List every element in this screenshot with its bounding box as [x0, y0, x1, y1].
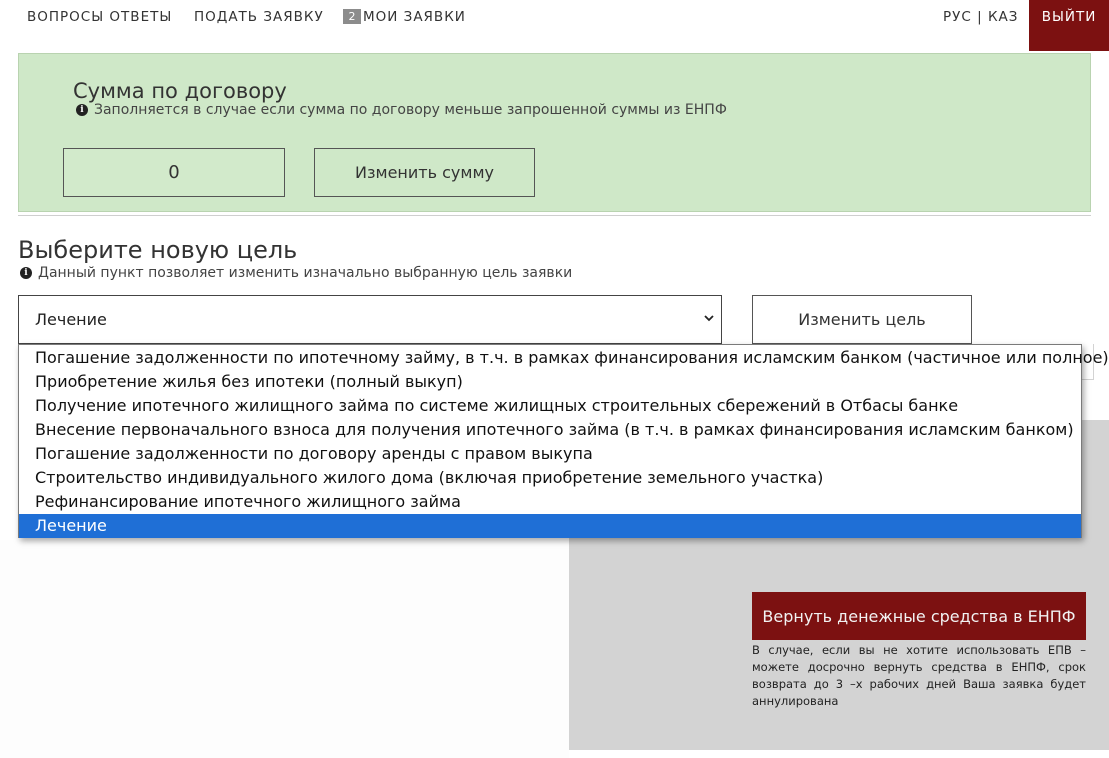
- nav-my-requests-link[interactable]: 2 МОИ ЗАЯВКИ: [343, 9, 466, 25]
- contract-sum-panel: Сумма по договору i Заполняется в случае…: [18, 53, 1091, 212]
- goal-option[interactable]: Погашение задолженности по ипотечному за…: [19, 346, 1109, 370]
- empty-area: [0, 540, 569, 758]
- lang-ru-link[interactable]: РУС: [943, 9, 972, 25]
- goal-select[interactable]: Лечение: [18, 295, 722, 344]
- lang-kz-link[interactable]: КАЗ: [988, 9, 1018, 25]
- new-goal-hint: i Данный пункт позволяет изменить изнача…: [20, 265, 572, 281]
- goal-option[interactable]: Внесение первоначального взноса для полу…: [19, 418, 1081, 442]
- top-navigation: ВОПРОСЫ ОТВЕТЫ ПОДАТЬ ЗАЯВКУ 2 МОИ ЗАЯВКИ…: [0, 0, 1109, 51]
- contract-sum-hint: i Заполняется в случае если сумма по дог…: [76, 102, 727, 118]
- chevron-down-icon: [704, 315, 714, 322]
- nav-faq-link[interactable]: ВОПРОСЫ ОТВЕТЫ: [27, 9, 172, 25]
- new-goal-hint-text: Данный пункт позволяет изменить изначаль…: [38, 265, 573, 281]
- new-goal-title: Выберите новую цель: [18, 236, 298, 264]
- logout-button[interactable]: ВЫЙТИ: [1029, 0, 1109, 51]
- requests-count-badge: 2: [343, 9, 361, 24]
- info-icon: i: [76, 104, 88, 116]
- language-switch: РУС | КАЗ: [943, 9, 1018, 25]
- goal-option[interactable]: Строительство индивидуального жилого дом…: [19, 466, 1081, 490]
- return-funds-button[interactable]: Вернуть денежные средства в ЕНПФ: [752, 592, 1086, 640]
- goal-option[interactable]: Получение ипотечного жилищного займа по …: [19, 394, 1081, 418]
- goal-option[interactable]: Приобретение жилья без ипотеки (полный в…: [19, 370, 1081, 394]
- lang-separator: |: [977, 9, 983, 25]
- contract-sum-input[interactable]: [63, 148, 285, 197]
- contract-sum-title: Сумма по договору: [73, 79, 287, 103]
- section-divider: [18, 215, 1091, 216]
- info-icon: i: [20, 267, 32, 279]
- change-goal-button[interactable]: Изменить цель: [752, 295, 972, 344]
- goal-option[interactable]: Погашение задолженности по договору арен…: [19, 442, 1081, 466]
- goal-option[interactable]: Лечение: [19, 514, 1081, 538]
- return-funds-note: В случае, если вы не хотите использовать…: [752, 643, 1086, 708]
- goal-select-value: Лечение: [35, 310, 107, 329]
- contract-sum-hint-text: Заполняется в случае если сумма по догов…: [94, 102, 727, 118]
- goal-option[interactable]: Рефинансирование ипотечного жилищного за…: [19, 490, 1081, 514]
- nav-apply-link[interactable]: ПОДАТЬ ЗАЯВКУ: [194, 9, 324, 25]
- change-sum-button[interactable]: Изменить сумму: [314, 148, 535, 197]
- nav-my-requests-label: МОИ ЗАЯВКИ: [363, 9, 466, 25]
- goal-dropdown-list: Погашение задолженности по ипотечному за…: [18, 344, 1109, 538]
